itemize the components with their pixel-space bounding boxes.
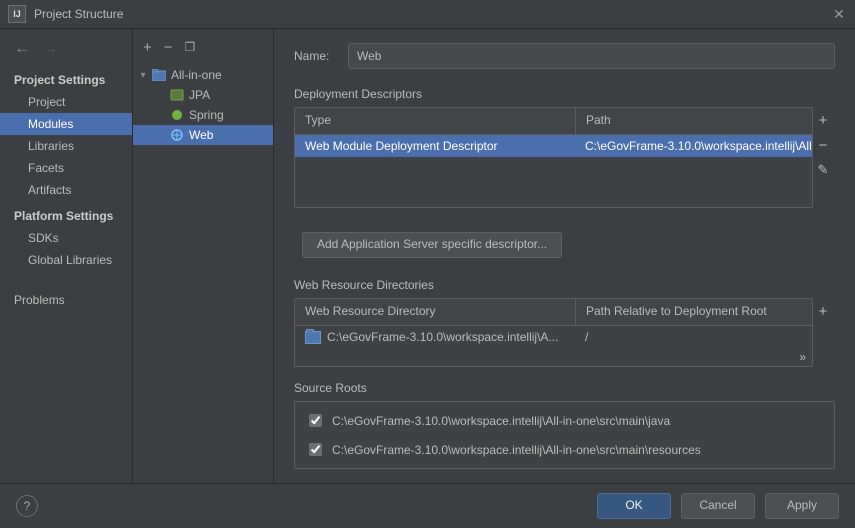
source-root-path: C:\eGovFrame-3.10.0\workspace.intellij\A… bbox=[332, 443, 701, 457]
col-path-relative[interactable]: Path Relative to Deployment Root bbox=[576, 299, 812, 325]
ok-button[interactable]: OK bbox=[597, 493, 671, 519]
tree-root[interactable]: ▾ All-in-one bbox=[133, 65, 273, 85]
module-tree-pane: + − ❐ ▾ All-in-one JPA bbox=[133, 29, 274, 483]
apply-button[interactable]: Apply bbox=[765, 493, 839, 519]
sidebar-item-modules[interactable]: Modules bbox=[0, 113, 132, 135]
edit-descriptor-icon[interactable]: ✎ bbox=[818, 162, 829, 178]
project-settings-header: Project Settings bbox=[0, 69, 132, 91]
resource-dir-row[interactable]: C:\eGovFrame-3.10.0\workspace.intellij\A… bbox=[295, 326, 812, 348]
source-root-path: C:\eGovFrame-3.10.0\workspace.intellij\A… bbox=[332, 414, 670, 428]
source-root-checkbox[interactable] bbox=[309, 443, 322, 456]
tree-item-label: Spring bbox=[189, 108, 224, 122]
source-roots-title: Source Roots bbox=[294, 381, 835, 395]
window-title: Project Structure bbox=[34, 7, 831, 21]
source-root-checkbox[interactable] bbox=[309, 414, 322, 427]
intellij-icon: IJ bbox=[8, 5, 26, 23]
descriptor-row[interactable]: Web Module Deployment Descriptor C:\eGov… bbox=[295, 135, 812, 157]
sidebar-item-project[interactable]: Project bbox=[0, 91, 132, 113]
dialog-footer: ? OK Cancel Apply bbox=[0, 483, 855, 528]
chevron-down-icon[interactable]: ▾ bbox=[137, 70, 149, 81]
col-path[interactable]: Path bbox=[576, 108, 812, 134]
module-icon bbox=[151, 67, 167, 83]
web-resource-dirs-title: Web Resource Directories bbox=[294, 278, 835, 292]
remove-icon[interactable]: − bbox=[164, 39, 173, 56]
descriptor-type: Web Module Deployment Descriptor bbox=[295, 136, 575, 156]
resource-dir-path: C:\eGovFrame-3.10.0\workspace.intellij\A… bbox=[327, 330, 558, 344]
nav-forward-icon: → bbox=[42, 40, 58, 58]
sidebar-item-facets[interactable]: Facets bbox=[0, 157, 132, 179]
sidebar-item-libraries[interactable]: Libraries bbox=[0, 135, 132, 157]
name-field[interactable]: Web bbox=[348, 43, 835, 69]
platform-settings-header: Platform Settings bbox=[0, 205, 132, 227]
add-icon[interactable]: + bbox=[143, 39, 152, 56]
source-root-row[interactable]: C:\eGovFrame-3.10.0\workspace.intellij\A… bbox=[295, 406, 834, 435]
add-descriptor-icon[interactable]: + bbox=[819, 112, 828, 129]
expand-panel-icon[interactable]: » bbox=[295, 348, 812, 366]
sidebar-item-artifacts[interactable]: Artifacts bbox=[0, 179, 132, 201]
cancel-button[interactable]: Cancel bbox=[681, 493, 755, 519]
nav-back-icon[interactable]: ← bbox=[14, 40, 30, 58]
sidebar-item-global-libraries[interactable]: Global Libraries bbox=[0, 249, 132, 271]
remove-descriptor-icon[interactable]: − bbox=[819, 137, 828, 154]
tree-item-label: JPA bbox=[189, 88, 210, 102]
sidebar-item-sdks[interactable]: SDKs bbox=[0, 227, 132, 249]
tree-item-label: Web bbox=[189, 128, 213, 142]
col-type[interactable]: Type bbox=[295, 108, 576, 134]
close-icon[interactable]: ✕ bbox=[831, 6, 847, 22]
tree-root-label: All-in-one bbox=[171, 68, 222, 82]
descriptor-path: C:\eGovFrame-3.10.0\workspace.intellij\A… bbox=[575, 136, 812, 156]
sidebar-item-problems[interactable]: Problems bbox=[0, 289, 132, 311]
spring-icon bbox=[169, 107, 185, 123]
copy-icon[interactable]: ❐ bbox=[185, 40, 196, 54]
help-icon[interactable]: ? bbox=[16, 495, 38, 517]
jpa-icon bbox=[169, 87, 185, 103]
add-resource-dir-icon[interactable]: + bbox=[819, 303, 828, 320]
deployment-descriptors-title: Deployment Descriptors bbox=[294, 87, 835, 101]
titlebar: IJ Project Structure ✕ bbox=[0, 0, 855, 29]
tree-item-spring[interactable]: Spring bbox=[133, 105, 273, 125]
folder-icon bbox=[305, 331, 321, 344]
resource-dir-relative: / bbox=[575, 327, 812, 347]
settings-sidebar: ← → Project Settings Project Modules Lib… bbox=[0, 29, 133, 483]
col-web-resource-dir[interactable]: Web Resource Directory bbox=[295, 299, 576, 325]
web-icon bbox=[169, 127, 185, 143]
name-label: Name: bbox=[294, 49, 348, 63]
tree-item-jpa[interactable]: JPA bbox=[133, 85, 273, 105]
tree-item-web[interactable]: Web bbox=[133, 125, 273, 145]
add-appserver-descriptor-button[interactable]: Add Application Server specific descript… bbox=[302, 232, 562, 258]
module-detail-pane: Name: Web Deployment Descriptors Type Pa… bbox=[274, 29, 855, 483]
source-root-row[interactable]: C:\eGovFrame-3.10.0\workspace.intellij\A… bbox=[295, 435, 834, 464]
